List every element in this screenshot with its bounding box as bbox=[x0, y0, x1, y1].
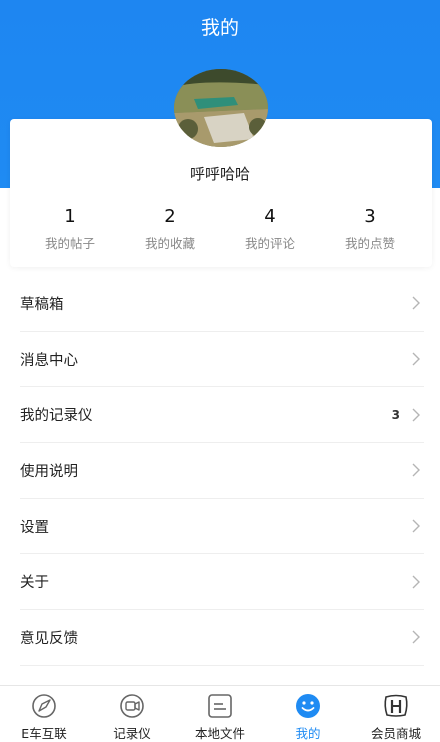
settings-menu: 草稿箱 消息中心 我的记录仪 3 使用说明 设置 关于 意见反馈 bbox=[0, 276, 440, 666]
tab-local-files[interactable]: 本地文件 bbox=[176, 686, 264, 742]
tab-label: E车互联 bbox=[21, 726, 67, 741]
chevron-right-icon bbox=[412, 296, 420, 310]
tab-label: 记录仪 bbox=[113, 726, 151, 741]
menu-item-label: 关于 bbox=[20, 575, 49, 592]
stat-label: 我的帖子 bbox=[44, 236, 95, 251]
stat-value: 2 bbox=[164, 206, 176, 227]
chevron-right-icon bbox=[412, 463, 420, 477]
menu-item-label: 使用说明 bbox=[20, 463, 78, 480]
menu-item-drafts[interactable]: 草稿箱 bbox=[20, 276, 424, 332]
camera-icon bbox=[120, 694, 144, 718]
stats-row: 1 我的帖子 2 我的收藏 4 我的评论 3 我的点赞 bbox=[20, 205, 420, 255]
chevron-right-icon bbox=[412, 408, 420, 422]
stat-posts[interactable]: 1 我的帖子 bbox=[20, 205, 120, 255]
stat-likes[interactable]: 3 我的点赞 bbox=[320, 205, 420, 255]
bottom-tab-bar: E车互联 记录仪 本地文件 我的 会员商城 bbox=[0, 685, 440, 742]
stat-value: 4 bbox=[264, 206, 276, 227]
tab-member-mall[interactable]: 会员商城 bbox=[352, 686, 440, 742]
menu-item-label: 我的记录仪 bbox=[20, 408, 93, 425]
stat-label: 我的评论 bbox=[244, 236, 295, 251]
recorder-count-badge: 3 bbox=[391, 407, 400, 422]
compass-icon bbox=[32, 694, 56, 718]
chevron-right-icon bbox=[412, 630, 420, 644]
chevron-right-icon bbox=[412, 519, 420, 533]
stat-favorites[interactable]: 2 我的收藏 bbox=[120, 205, 220, 255]
avatar[interactable] bbox=[174, 69, 268, 147]
tab-label: 我的 bbox=[295, 726, 321, 741]
tab-recorder[interactable]: 记录仪 bbox=[88, 686, 176, 742]
tab-label: 本地文件 bbox=[194, 726, 245, 741]
honda-logo-icon bbox=[384, 694, 408, 717]
tab-label: 会员商城 bbox=[370, 726, 421, 741]
menu-item-instructions[interactable]: 使用说明 bbox=[20, 443, 424, 499]
menu-item-messages[interactable]: 消息中心 bbox=[20, 332, 424, 388]
tab-e-car[interactable]: E车互联 bbox=[0, 686, 88, 742]
tab-mine[interactable]: 我的 bbox=[264, 686, 352, 742]
avatar-photo bbox=[174, 69, 268, 147]
app-root: 我的 呼呼哈哈 1 我的帖子 2 我的收藏 4 我的评论 3 我的点赞 草稿箱 … bbox=[0, 0, 440, 742]
menu-item-feedback[interactable]: 意见反馈 bbox=[20, 610, 424, 666]
username: 呼呼哈哈 bbox=[189, 165, 250, 183]
menu-item-label: 草稿箱 bbox=[20, 296, 64, 313]
menu-item-settings[interactable]: 设置 bbox=[20, 499, 424, 555]
menu-item-about[interactable]: 关于 bbox=[20, 554, 424, 611]
chevron-right-icon bbox=[412, 575, 420, 589]
chevron-right-icon bbox=[412, 352, 420, 366]
menu-item-label: 设置 bbox=[20, 519, 49, 536]
page-title: 我的 bbox=[200, 17, 239, 39]
smile-icon bbox=[296, 694, 320, 718]
stat-comments[interactable]: 4 我的评论 bbox=[220, 205, 320, 255]
menu-item-label: 消息中心 bbox=[20, 352, 78, 369]
stat-label: 我的收藏 bbox=[144, 236, 195, 251]
file-icon bbox=[208, 694, 232, 718]
stat-value: 3 bbox=[364, 206, 376, 227]
menu-item-my-recorder[interactable]: 我的记录仪 3 bbox=[20, 387, 424, 444]
menu-item-label: 意见反馈 bbox=[20, 630, 78, 647]
stat-label: 我的点赞 bbox=[344, 236, 395, 251]
stat-value: 1 bbox=[64, 206, 76, 227]
